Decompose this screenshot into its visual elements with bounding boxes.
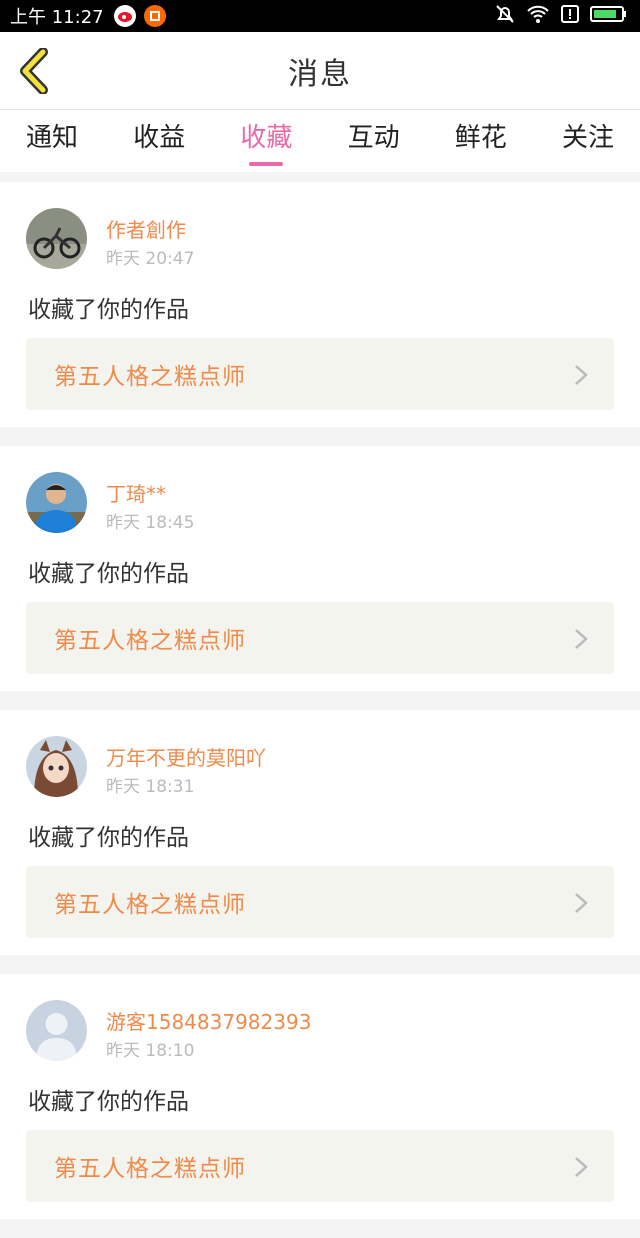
orange-app-icon: [143, 5, 166, 27]
chevron-right-icon: [575, 629, 588, 649]
wifi-icon: [526, 4, 550, 29]
work-title: 第五人格之糕点师: [54, 628, 246, 654]
alert-icon: [560, 4, 580, 29]
timestamp: 昨天 18:45: [106, 513, 195, 533]
work-link[interactable]: 第五人格之糕点师: [26, 338, 614, 410]
back-button[interactable]: [14, 48, 54, 94]
timestamp: 昨天 18:10: [106, 1041, 195, 1061]
action-text: 收藏了你的作品: [28, 561, 189, 587]
username[interactable]: 作者創作: [106, 214, 186, 243]
list-item: 万年不更的莫阳吖 昨天 18:31 收藏了你的作品 第五人格之糕点师: [0, 710, 640, 955]
list-item: 游客1584837982393 昨天 18:10 收藏了你的作品 第五人格之糕点…: [0, 974, 640, 1219]
page-title: 消息: [288, 56, 352, 92]
tab-earnings[interactable]: 收益: [133, 110, 185, 172]
timestamp: 昨天 20:47: [106, 249, 195, 269]
status-time: 上午 11:27: [10, 7, 104, 28]
tab-flowers[interactable]: 鲜花: [455, 110, 507, 172]
message-list: 作者創作 昨天 20:47 收藏了你的作品 第五人格之糕点师 丁琦** 昨天 1…: [0, 182, 640, 1238]
chevron-right-icon: [575, 1157, 588, 1177]
battery-icon: [590, 4, 630, 29]
chevron-right-icon: [575, 893, 588, 913]
back-chevron-icon: [20, 48, 48, 94]
action-text: 收藏了你的作品: [28, 1089, 189, 1115]
avatar[interactable]: [26, 472, 87, 533]
tab-notifications[interactable]: 通知: [26, 110, 78, 172]
tab-favorites[interactable]: 收藏: [240, 110, 292, 172]
action-text: 收藏了你的作品: [28, 297, 189, 323]
work-link[interactable]: 第五人格之糕点师: [26, 866, 614, 938]
action-text: 收藏了你的作品: [28, 825, 189, 851]
tab-interactions[interactable]: 互动: [348, 110, 400, 172]
work-title: 第五人格之糕点师: [54, 892, 246, 918]
work-link[interactable]: 第五人格之糕点师: [26, 602, 614, 674]
chevron-right-icon: [575, 365, 588, 385]
weibo-icon: [113, 5, 136, 27]
list-item: 丁琦** 昨天 18:45 收藏了你的作品 第五人格之糕点师: [0, 446, 640, 691]
username[interactable]: 游客1584837982393: [106, 1006, 311, 1035]
timestamp: 昨天 18:31: [106, 777, 195, 797]
tab-bar: 通知 收益 收藏 互动 鲜花 关注: [0, 110, 640, 172]
tab-follows[interactable]: 关注: [562, 110, 614, 172]
username[interactable]: 丁琦**: [106, 478, 166, 507]
list-item: 作者創作 昨天 20:47 收藏了你的作品 第五人格之糕点师: [0, 182, 640, 427]
work-title: 第五人格之糕点师: [54, 1156, 246, 1182]
avatar[interactable]: [26, 208, 87, 269]
work-title: 第五人格之糕点师: [54, 364, 246, 390]
mute-bell-icon: [494, 3, 516, 30]
username[interactable]: 万年不更的莫阳吖: [106, 742, 266, 771]
status-bar: 上午 11:27: [0, 0, 640, 32]
avatar[interactable]: [26, 1000, 87, 1061]
work-link[interactable]: 第五人格之糕点师: [26, 1130, 614, 1202]
avatar[interactable]: [26, 736, 87, 797]
app-header: 消息: [0, 32, 640, 110]
